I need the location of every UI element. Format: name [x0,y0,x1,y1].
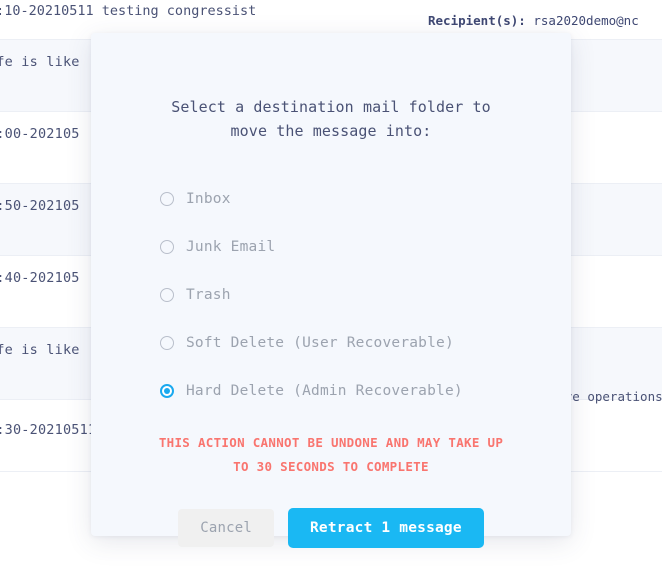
mail-row-subject: 0:40-202105 [0,270,80,286]
radio-option-label: Trash [186,287,231,303]
retract-message-button[interactable]: Retract 1 message [288,508,484,548]
cancel-button[interactable]: Cancel [178,509,274,547]
radio-option-label: Junk Email [186,239,275,255]
radio-option-trash[interactable]: Trash [160,271,571,319]
dialog-actions: Cancel Retract 1 message [91,508,571,548]
radio-checked-icon[interactable] [160,384,174,398]
radio-option-label: Inbox [186,191,231,207]
mail-row-recipient: Recipient(s): rsa2020demo@nc [428,13,639,28]
radio-option-label: Soft Delete (User Recoverable) [186,335,454,351]
radio-option-junk-email[interactable]: Junk Email [160,223,571,271]
irreversible-action-warning: THIS ACTION CANNOT BE UNDONE AND MAY TAK… [156,431,506,479]
recipient-label: Recipient(s): [428,13,526,28]
mail-row-subject: 1:00-202105 [0,126,80,142]
recipient-value: rsa2020demo@nc [533,13,638,28]
folder-radio-group[interactable]: Inbox Junk Email Trash Soft Delete (User… [91,175,571,415]
radio-option-label: Hard Delete (Admin Recoverable) [186,383,463,399]
radio-unchecked-icon[interactable] [160,288,174,302]
radio-unchecked-icon[interactable] [160,240,174,254]
radio-option-soft-delete[interactable]: Soft Delete (User Recoverable) [160,319,571,367]
radio-option-inbox[interactable]: Inbox [160,175,571,223]
mail-row-subject: ife is like [0,342,80,358]
dialog-heading: Select a destination mail folder to move… [151,95,511,143]
mail-row-subject: ife is like [0,54,80,70]
mail-row-subject: 0:50-202105 [0,198,80,214]
radio-option-hard-delete[interactable]: Hard Delete (Admin Recoverable) [160,367,571,415]
radio-unchecked-icon[interactable] [160,192,174,206]
radio-unchecked-icon[interactable] [160,336,174,350]
mail-row-subject: 1:10-20210511 testing congressist [0,3,256,19]
destination-folder-dialog: Select a destination mail folder to move… [91,33,571,536]
